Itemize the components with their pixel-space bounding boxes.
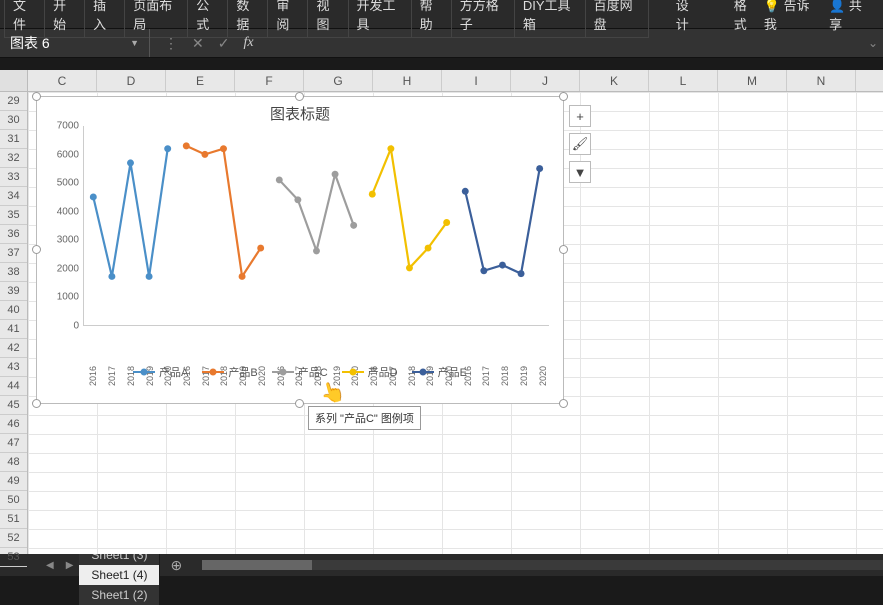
row-header[interactable]: 44 [0, 377, 27, 396]
row-header[interactable]: 35 [0, 206, 27, 225]
plot-area[interactable]: 01000200030004000500060007000 2016201720… [83, 126, 549, 346]
column-header[interactable]: E [166, 70, 235, 91]
column-header[interactable]: I [442, 70, 511, 91]
row-header[interactable]: 50 [0, 491, 27, 510]
chevron-down-icon: ▼ [130, 38, 139, 48]
legend-tooltip: 系列 "产品C" 图例项 [308, 406, 421, 430]
tab-help[interactable]: 帮助 [411, 0, 452, 38]
person-icon: 👤 [829, 0, 845, 13]
sheet-tab[interactable]: Sheet1 (2) [79, 585, 160, 605]
tab-devtools[interactable]: 开发工具 [348, 0, 412, 38]
resize-handle[interactable] [32, 92, 41, 101]
horizontal-scrollbar[interactable] [192, 560, 883, 570]
dots-icon[interactable]: ⋮ [164, 35, 178, 52]
resize-handle[interactable] [295, 399, 304, 408]
row-header[interactable]: 34 [0, 187, 27, 206]
column-header[interactable]: M [718, 70, 787, 91]
column-header[interactable]: F [235, 70, 304, 91]
tab-formulas[interactable]: 公式 [187, 0, 228, 38]
resize-handle[interactable] [559, 399, 568, 408]
chart-elements-button[interactable]: + [569, 105, 591, 127]
resize-handle[interactable] [295, 92, 304, 101]
row-headers: 2930313233343536373839404142434445464748… [0, 70, 28, 554]
column-headers: CDEFGHIJKLMN [28, 70, 883, 92]
chart-side-buttons: + 🖌 ▼ [569, 105, 591, 183]
confirm-icon[interactable]: ✓ [218, 35, 230, 52]
ribbon: 文件 开始 插入 页面布局 公式 数据 审阅 视图 开发工具 帮助 方方格子 D… [0, 0, 883, 28]
resize-handle[interactable] [32, 399, 41, 408]
column-header[interactable]: D [97, 70, 166, 91]
row-header[interactable]: 32 [0, 149, 27, 168]
resize-handle[interactable] [559, 245, 568, 254]
row-header[interactable]: 53 [0, 548, 27, 567]
row-header[interactable]: 51 [0, 510, 27, 529]
chart-object[interactable]: 图表标题 01000200030004000500060007000 20162… [36, 96, 564, 404]
tab-nav-next[interactable]: ▶ [60, 560, 80, 571]
row-header[interactable]: 39 [0, 282, 27, 301]
tab-review[interactable]: 审阅 [267, 0, 308, 38]
tab-format[interactable]: 格式 [726, 0, 765, 37]
column-header[interactable]: H [373, 70, 442, 91]
funnel-icon: ▼ [574, 165, 587, 180]
chart-filter-button[interactable]: ▼ [569, 161, 591, 183]
row-header[interactable]: 46 [0, 415, 27, 434]
row-header[interactable]: 38 [0, 263, 27, 282]
tab-baidu[interactable]: 百度网盘 [585, 0, 649, 38]
column-header[interactable]: N [787, 70, 856, 91]
worksheet: 2930313233343536373839404142434445464748… [0, 70, 883, 554]
sheet-tab[interactable]: Sheet1 (4) [79, 565, 160, 585]
add-sheet-button[interactable]: ⊕ [160, 557, 192, 574]
row-header[interactable]: 33 [0, 168, 27, 187]
share-button[interactable]: 👤 共享 [829, 0, 869, 33]
column-header[interactable]: C [28, 70, 97, 91]
lightbulb-icon: 💡 [764, 0, 780, 13]
chart-title[interactable]: 图表标题 [37, 97, 563, 126]
column-header[interactable]: G [304, 70, 373, 91]
tab-ffgz[interactable]: 方方格子 [451, 0, 515, 38]
name-box[interactable]: 图表 6▼ [0, 29, 150, 57]
tab-design[interactable]: 设计 [668, 0, 707, 37]
tab-nav-prev[interactable]: ◀ [40, 560, 60, 571]
row-header[interactable]: 42 [0, 339, 27, 358]
row-header[interactable]: 30 [0, 111, 27, 130]
column-header[interactable]: K [580, 70, 649, 91]
sheet-tab-bar: ◀ ▶ Sheet1Sheet1 (3)Sheet1 (4)Sheet1 (2)… [0, 554, 883, 576]
column-header[interactable]: J [511, 70, 580, 91]
select-all-corner[interactable] [0, 70, 27, 92]
chart-styles-button[interactable]: 🖌 [569, 133, 591, 155]
row-header[interactable]: 43 [0, 358, 27, 377]
expand-formula-icon[interactable]: ⌄ [863, 36, 883, 50]
tell-me[interactable]: 💡 告诉我 [764, 0, 815, 33]
row-header[interactable]: 48 [0, 453, 27, 472]
resize-handle[interactable] [32, 245, 41, 254]
y-axis: 01000200030004000500060007000 [43, 126, 79, 326]
row-header[interactable]: 40 [0, 301, 27, 320]
chart-series[interactable] [84, 126, 549, 325]
tab-diy[interactable]: DIY工具箱 [514, 0, 586, 38]
column-header[interactable]: L [649, 70, 718, 91]
tab-view[interactable]: 视图 [307, 0, 348, 38]
row-header[interactable]: 49 [0, 472, 27, 491]
row-header[interactable]: 47 [0, 434, 27, 453]
cell-grid[interactable]: 图表标题 01000200030004000500060007000 20162… [28, 92, 883, 554]
fx-icon[interactable]: fx [243, 35, 253, 51]
row-header[interactable]: 45 [0, 396, 27, 415]
row-header[interactable]: 31 [0, 130, 27, 149]
row-header[interactable]: 37 [0, 244, 27, 263]
cancel-icon[interactable]: ✕ [192, 35, 204, 52]
brush-icon: 🖌 [572, 136, 589, 152]
row-header[interactable]: 36 [0, 225, 27, 244]
row-header[interactable]: 52 [0, 529, 27, 548]
resize-handle[interactable] [559, 92, 568, 101]
row-header[interactable]: 29 [0, 92, 27, 111]
tab-data[interactable]: 数据 [227, 0, 268, 38]
x-axis: 2016201720182019202020162017201820192020… [83, 348, 549, 378]
row-header[interactable]: 41 [0, 320, 27, 339]
